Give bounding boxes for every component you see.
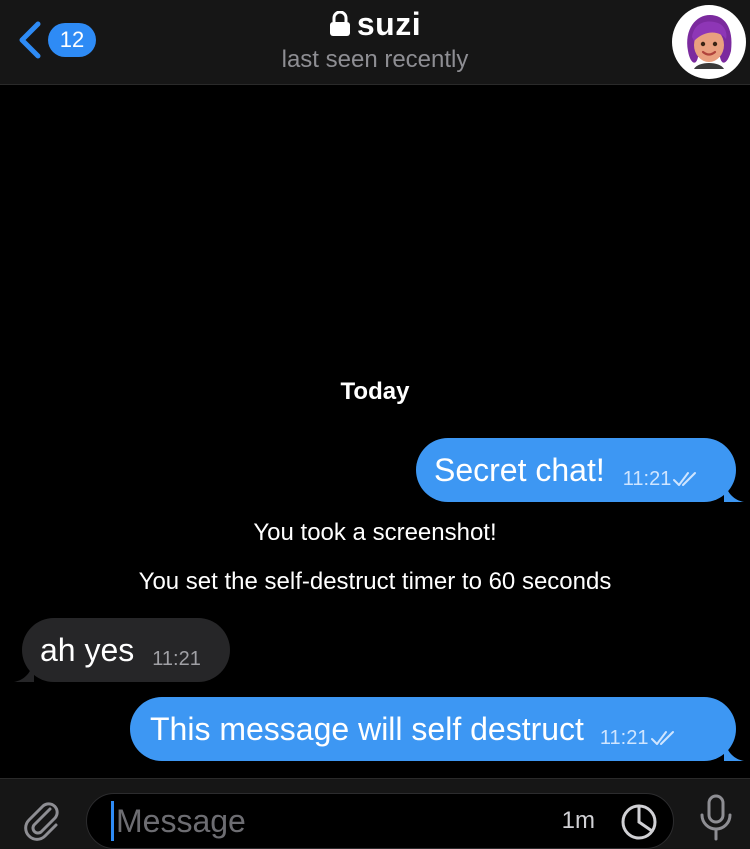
message-text: ah yes bbox=[40, 631, 135, 668]
chat-header: 12 suzi last seen recently bbox=[0, 0, 750, 85]
service-message: You set the self-destruct timer to 60 se… bbox=[138, 568, 612, 595]
message-placeholder: Message bbox=[116, 802, 246, 839]
message-time: 11:21 bbox=[599, 726, 649, 749]
outgoing-message[interactable]: Secret chat! 11:21 bbox=[416, 438, 744, 502]
composer-bar: Message 1m bbox=[0, 778, 750, 849]
self-destruct-timer-label[interactable]: 1m bbox=[562, 807, 595, 835]
outgoing-message[interactable]: This message will self destruct 11:21 bbox=[130, 697, 744, 761]
service-message: You took a screenshot! bbox=[253, 519, 497, 546]
bubble-tail bbox=[724, 741, 744, 761]
avatar[interactable] bbox=[672, 5, 746, 79]
bubble-tail bbox=[724, 482, 744, 502]
message-time: 11:21 bbox=[622, 467, 672, 490]
chat-title: suzi bbox=[356, 5, 422, 42]
bubble-tail bbox=[14, 662, 34, 682]
read-checkmarks-icon bbox=[650, 731, 674, 745]
message-text: Secret chat! bbox=[434, 451, 605, 488]
chat-title-area[interactable]: suzi last seen recently bbox=[0, 4, 750, 74]
paperclip-icon[interactable] bbox=[20, 797, 64, 841]
message-time: 11:21 bbox=[152, 647, 201, 670]
message-list[interactable]: Today Secret chat! 11:21 You took a scre… bbox=[0, 86, 750, 778]
incoming-message[interactable]: ah yes 11:21 bbox=[14, 618, 230, 682]
last-seen-status: last seen recently bbox=[281, 46, 469, 73]
lock-icon bbox=[329, 11, 350, 36]
message-input[interactable]: Message 1m bbox=[86, 793, 674, 849]
message-text: This message will self destruct bbox=[150, 710, 584, 747]
avatar-icon bbox=[675, 8, 743, 76]
date-separator: Today bbox=[340, 378, 410, 405]
microphone-icon[interactable] bbox=[696, 793, 736, 843]
read-checkmarks-icon bbox=[673, 472, 697, 486]
timer-icon[interactable] bbox=[619, 802, 659, 842]
text-caret bbox=[111, 801, 114, 841]
